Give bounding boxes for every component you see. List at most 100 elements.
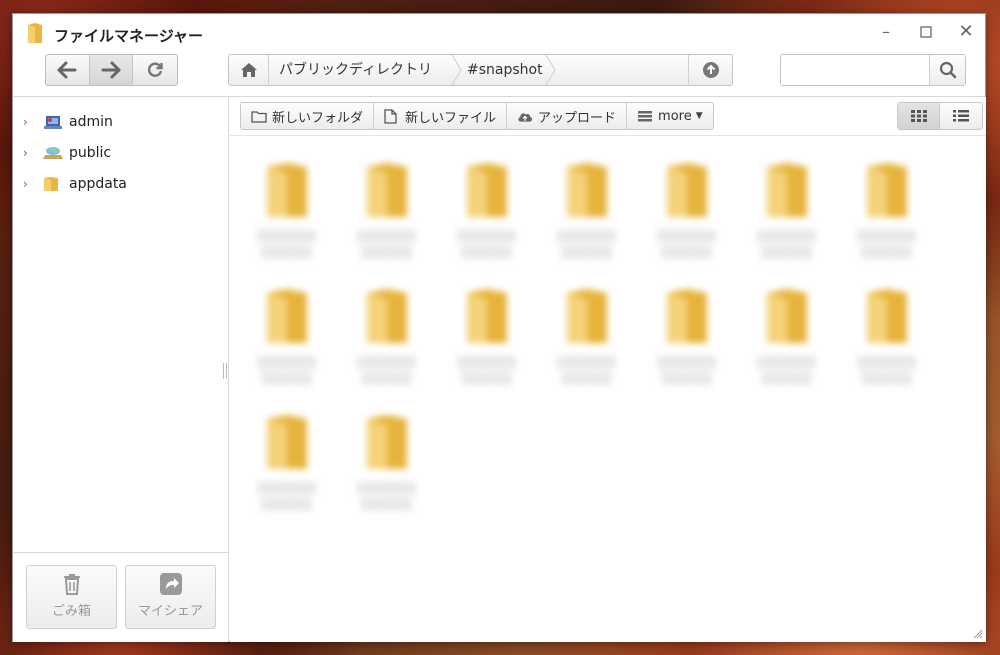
breadcrumb-separator	[451, 55, 462, 85]
folder-item[interactable]: ░░░░░░░ ░░░░░░	[842, 275, 932, 395]
file-outline-icon	[384, 108, 400, 124]
chevron-right-icon[interactable]: ›	[23, 115, 35, 129]
upload-button[interactable]: アップロード	[507, 103, 628, 129]
folder-name-blurred: ░░░░░░░ ░░░░░░	[257, 230, 317, 259]
public-share-icon	[43, 145, 63, 161]
folder-icon	[567, 163, 607, 217]
folder-name-blurred: ░░░░░░░ ░░░░░░	[557, 356, 617, 385]
folder-name-blurred: ░░░░░░░ ░░░░░░	[357, 356, 417, 385]
caret-down-icon: ▼	[695, 111, 703, 121]
folder-icon	[767, 289, 807, 343]
folder-name-blurred: ░░░░░░░ ░░░░░░	[257, 356, 317, 385]
folder-icon	[367, 163, 407, 217]
window-title: ファイルマネージャー	[54, 27, 203, 45]
path-bar: パブリックディレクトリ #snapshot	[228, 54, 733, 86]
parent-folder-button[interactable]	[688, 55, 732, 85]
list-view-icon	[953, 110, 969, 122]
back-button[interactable]	[46, 55, 90, 85]
folder-item[interactable]: ░░░░░░░ ░░░░░░	[442, 275, 532, 395]
grid-view-button[interactable]	[898, 103, 940, 129]
folder-item[interactable]: ░░░░░░░ ░░░░░░	[342, 401, 432, 521]
sidebar-item-label: public	[69, 145, 112, 161]
folder-name-blurred: ░░░░░░░ ░░░░░░	[257, 482, 317, 511]
folder-name-blurred: ░░░░░░░ ░░░░░░	[657, 230, 717, 259]
folder-name-blurred: ░░░░░░░ ░░░░░░	[757, 356, 817, 385]
search-button[interactable]	[929, 55, 965, 85]
my-share-label: マイシェア	[137, 604, 203, 619]
folder-item[interactable]: ░░░░░░░ ░░░░░░	[242, 275, 332, 395]
breadcrumb-public-directory[interactable]: パブリックディレクトリ	[279, 55, 432, 85]
arrow-right-icon	[101, 61, 121, 79]
folder-item[interactable]: ░░░░░░░ ░░░░░░	[542, 275, 632, 395]
view-toggle	[897, 102, 983, 130]
folder-item[interactable]: ░░░░░░░ ░░░░░░	[842, 149, 932, 269]
trash-button[interactable]: ごみ箱	[26, 565, 117, 629]
minimize-icon[interactable]: –	[873, 19, 899, 45]
folder-name-blurred: ░░░░░░░ ░░░░░░	[757, 230, 817, 259]
trash-label: ごみ箱	[51, 604, 91, 619]
folder-item[interactable]: ░░░░░░░ ░░░░░░	[442, 149, 532, 269]
my-share-button[interactable]: マイシェア	[125, 565, 216, 629]
folder-item[interactable]: ░░░░░░░ ░░░░░░	[742, 149, 832, 269]
folder-item[interactable]: ░░░░░░░ ░░░░░░	[542, 149, 632, 269]
split-resize-handle[interactable]	[223, 363, 227, 379]
folder-name-blurred: ░░░░░░░ ░░░░░░	[857, 356, 917, 385]
search-icon	[939, 61, 956, 79]
maximize-icon[interactable]	[913, 19, 939, 45]
folder-item[interactable]: ░░░░░░░ ░░░░░░	[342, 275, 432, 395]
folder-icon	[867, 289, 907, 343]
chevron-right-icon[interactable]: ›	[23, 177, 35, 191]
folder-name-blurred: ░░░░░░░ ░░░░░░	[557, 230, 617, 259]
folder-item[interactable]: ░░░░░░░ ░░░░░░	[242, 149, 332, 269]
folder-icon	[467, 163, 507, 217]
resize-grip-icon[interactable]	[973, 629, 983, 639]
arrow-up-circle-icon	[702, 62, 719, 78]
trash-icon	[63, 574, 80, 595]
more-dropdown[interactable]: more ▼	[627, 103, 713, 129]
folder-icon	[267, 289, 307, 343]
sidebar-item-label: admin	[69, 114, 113, 130]
sidebar: › admin › public › appdata ごみ箱 マイシェア	[13, 97, 229, 642]
folder-name-blurred: ░░░░░░░ ░░░░░░	[357, 230, 417, 259]
home-button[interactable]	[229, 55, 269, 85]
folder-item[interactable]: ░░░░░░░ ░░░░░░	[642, 149, 732, 269]
forward-button[interactable]	[89, 55, 134, 85]
folder-app-icon	[28, 23, 42, 43]
sidebar-footer: ごみ箱 マイシェア	[13, 552, 229, 642]
new-folder-button[interactable]: 新しいフォルダ	[241, 103, 375, 129]
chevron-right-icon[interactable]: ›	[23, 146, 35, 160]
breadcrumb-snapshot[interactable]: #snapshot	[467, 55, 543, 85]
folder-item[interactable]: ░░░░░░░ ░░░░░░	[742, 275, 832, 395]
refresh-icon	[148, 62, 163, 77]
folder-item[interactable]: ░░░░░░░ ░░░░░░	[242, 401, 332, 521]
menu-icon	[637, 109, 653, 123]
folder-name-blurred: ░░░░░░░ ░░░░░░	[457, 356, 517, 385]
folder-icon	[467, 289, 507, 343]
sidebar-item-public[interactable]: › public	[13, 141, 229, 165]
arrow-left-icon	[57, 61, 77, 79]
title-bar[interactable]: ファイルマネージャー – ✕	[13, 14, 985, 54]
home-icon	[240, 63, 257, 77]
new-file-button[interactable]: 新しいファイル	[374, 103, 508, 129]
search-input[interactable]	[781, 55, 931, 85]
new-file-label: 新しいファイル	[405, 110, 497, 126]
cloud-upload-icon	[517, 109, 533, 123]
list-view-button[interactable]	[940, 103, 982, 129]
new-folder-label: 新しいフォルダ	[272, 110, 364, 126]
navigation-group	[45, 54, 178, 86]
folder-icon	[767, 163, 807, 217]
sidebar-item-appdata[interactable]: › appdata	[13, 172, 229, 196]
main-panel: 新しいフォルダ 新しいファイル アップロード more ▼ ░░░░░░░ ░░…	[230, 97, 986, 642]
folder-icon	[267, 163, 307, 217]
folder-name-blurred: ░░░░░░░ ░░░░░░	[657, 356, 717, 385]
grid-view-icon	[910, 110, 927, 122]
folder-item[interactable]: ░░░░░░░ ░░░░░░	[342, 149, 432, 269]
folder-item[interactable]: ░░░░░░░ ░░░░░░	[642, 275, 732, 395]
upload-label: アップロード	[538, 110, 617, 126]
folder-icon	[667, 163, 707, 217]
folder-name-blurred: ░░░░░░░ ░░░░░░	[357, 482, 417, 511]
refresh-button[interactable]	[133, 55, 177, 85]
folder-icon	[43, 176, 63, 192]
sidebar-item-admin[interactable]: › admin	[13, 110, 229, 134]
close-icon[interactable]: ✕	[953, 19, 979, 45]
